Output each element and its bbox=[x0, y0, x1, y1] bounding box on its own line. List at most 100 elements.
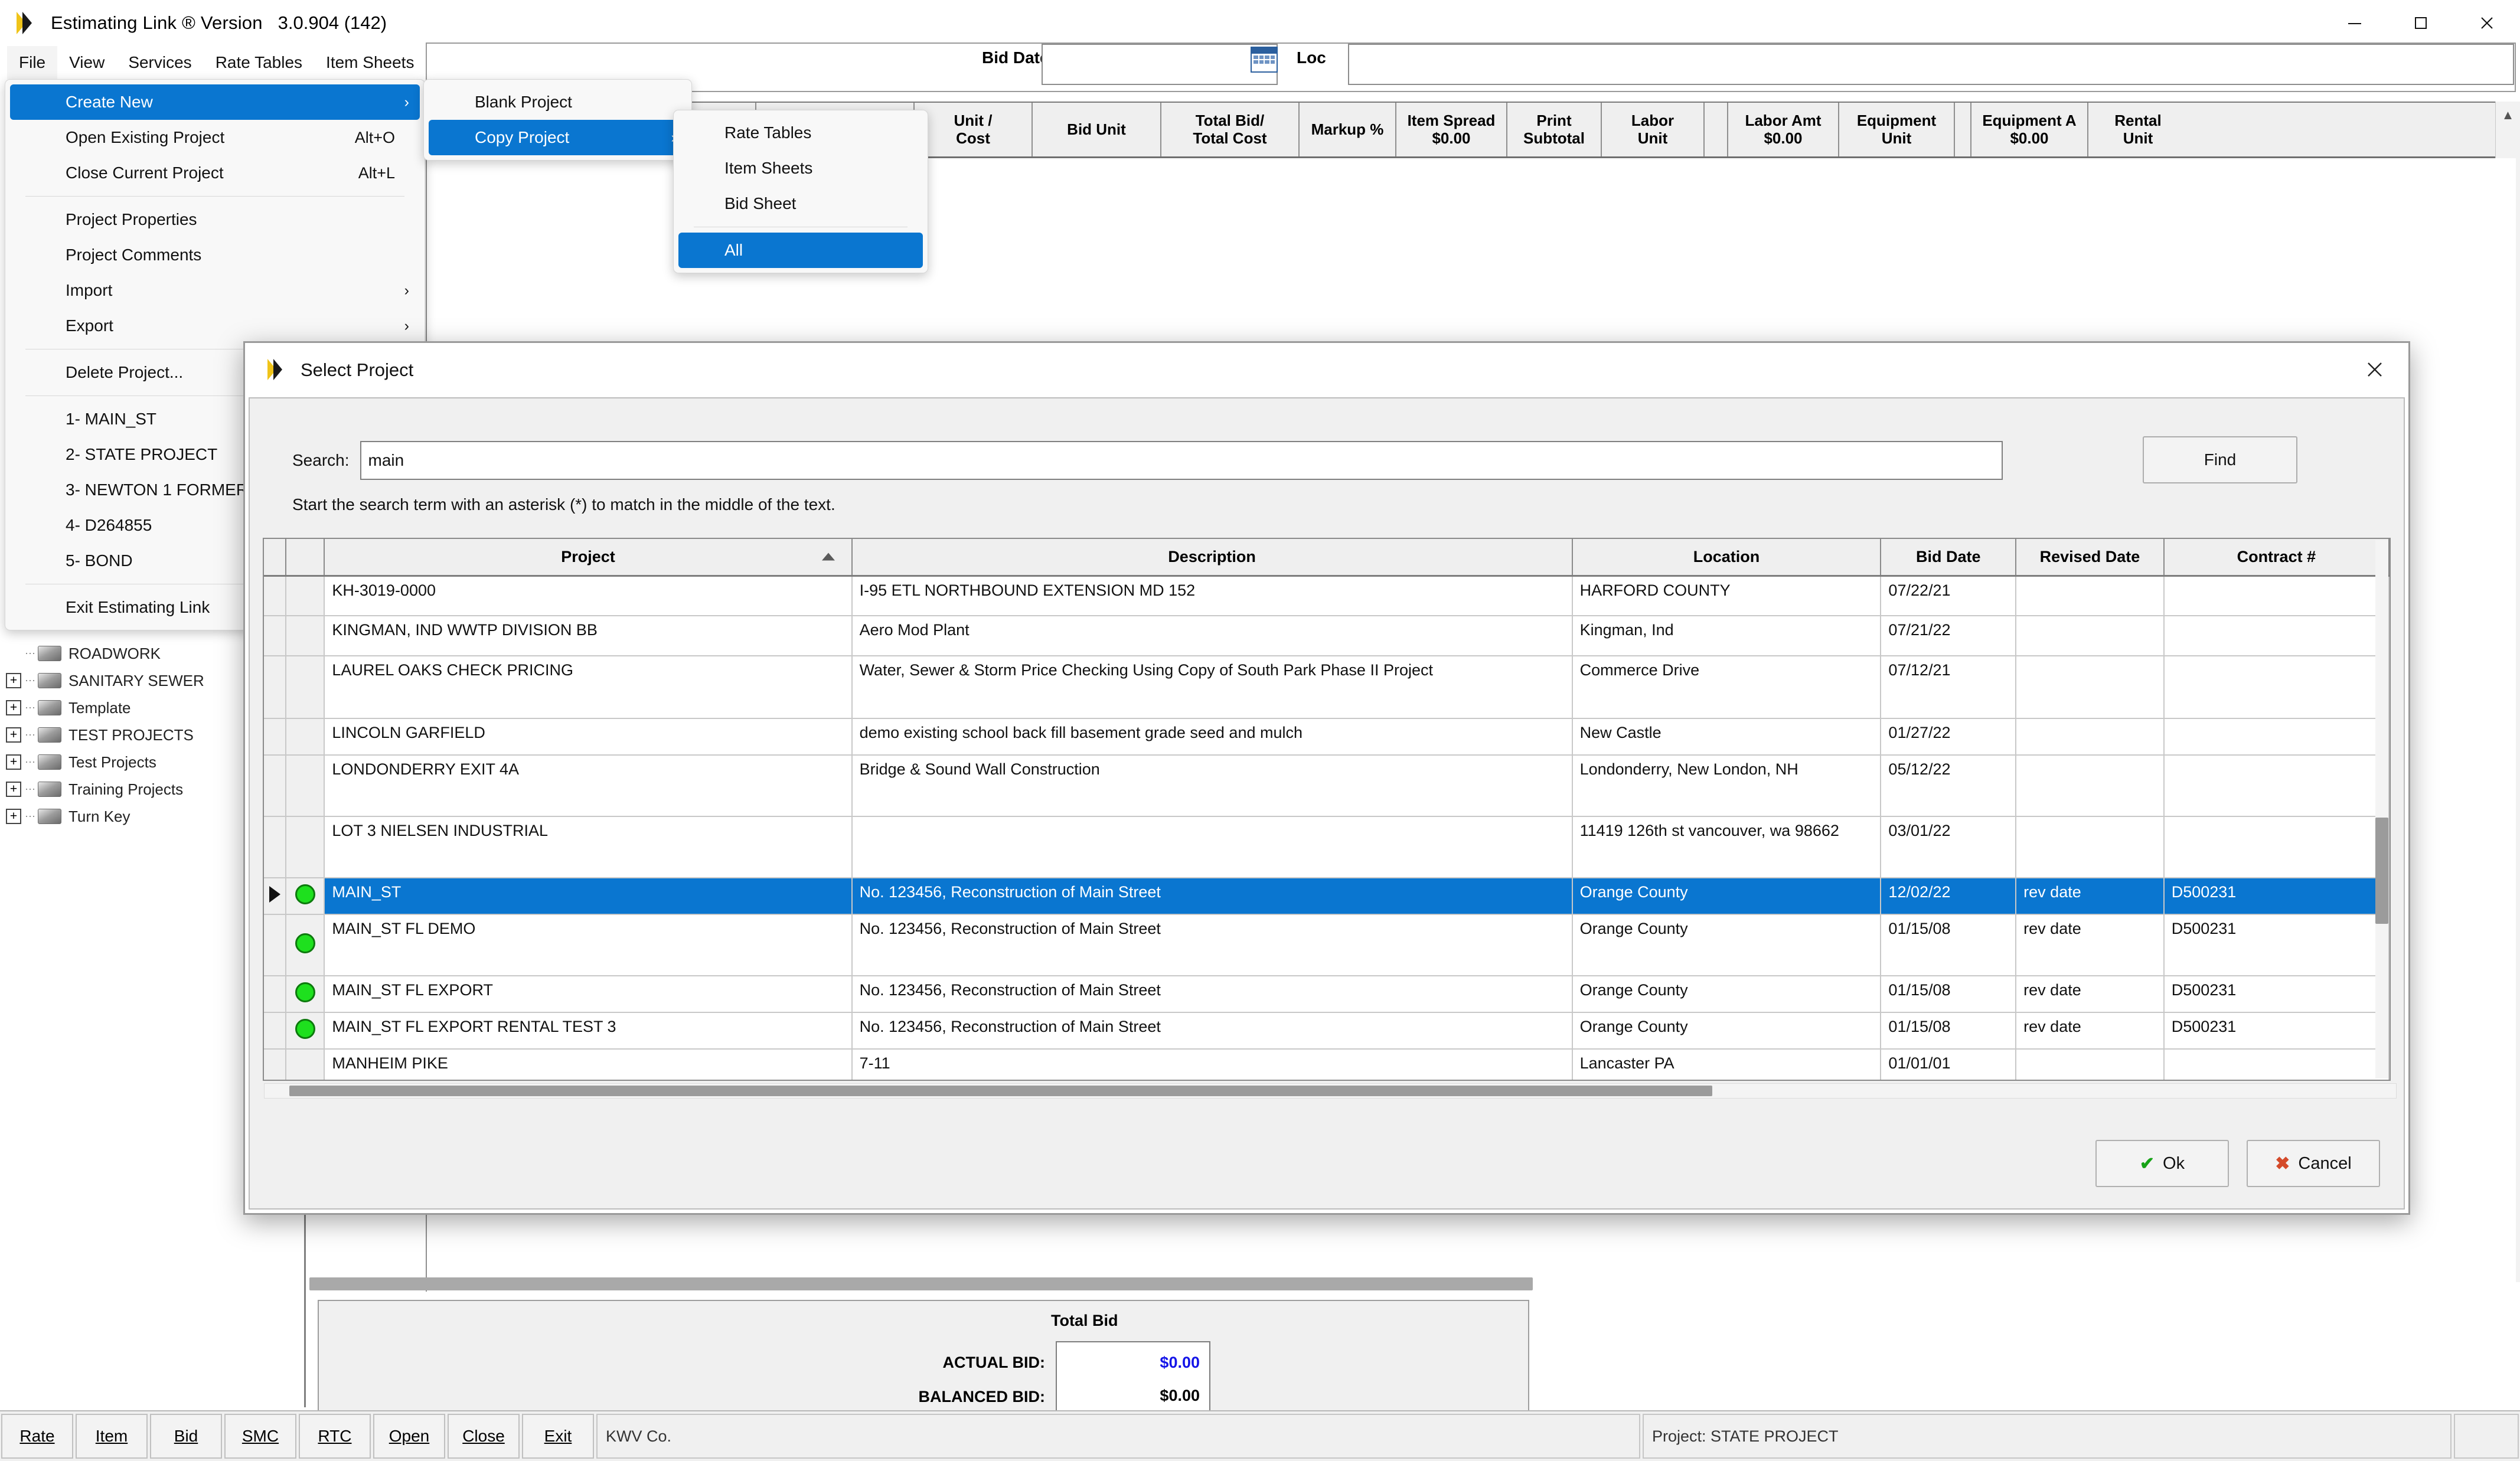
menu-copy-project[interactable]: Copy Project › bbox=[429, 120, 687, 155]
search-input[interactable]: main bbox=[360, 441, 2003, 480]
table-row[interactable]: LINCOLN GARFIELD demo existing school ba… bbox=[264, 718, 2390, 756]
tree-item-label: Test Projects bbox=[68, 753, 156, 771]
menu-copy-item-sheets[interactable]: Item Sheets bbox=[678, 151, 923, 186]
tree-item-label: Training Projects bbox=[68, 780, 184, 798]
cell-revised-date bbox=[2016, 1049, 2165, 1080]
scrollbar-thumb[interactable] bbox=[2375, 818, 2388, 924]
header-project-label: Project bbox=[561, 547, 615, 566]
status-button-exit[interactable]: Exit bbox=[522, 1414, 594, 1459]
expand-icon[interactable]: + bbox=[6, 673, 21, 688]
grid-col-rental-unit[interactable]: Rental Unit bbox=[2088, 103, 2188, 156]
minimize-icon[interactable] bbox=[2322, 0, 2388, 46]
header-contract[interactable]: Contract # bbox=[2163, 539, 2390, 577]
menu-create-new[interactable]: Create New › bbox=[10, 84, 420, 120]
menu-services[interactable]: Services bbox=[116, 46, 203, 79]
menu-import[interactable]: Import › bbox=[10, 273, 420, 308]
close-icon[interactable] bbox=[2454, 0, 2520, 46]
table-row[interactable]: MAIN_ST FL EXPORT No. 123456, Reconstruc… bbox=[264, 976, 2390, 1013]
find-button[interactable]: Find bbox=[2143, 436, 2297, 483]
calendar-icon[interactable] bbox=[1251, 47, 1278, 73]
menu-item-label: Import bbox=[66, 281, 113, 299]
grid-col-equipment-a[interactable]: Equipment A $0.00 bbox=[1971, 103, 2088, 156]
status-button-rate[interactable]: Rate bbox=[1, 1414, 73, 1459]
search-row: Search: main bbox=[292, 441, 2003, 480]
table-row[interactable]: LONDONDERRY EXIT 4A Bridge & Sound Wall … bbox=[264, 755, 2390, 817]
row-indicator bbox=[264, 576, 287, 616]
projects-table-wrapper[interactable]: Project Description Location Bid Date Re… bbox=[263, 538, 2391, 1081]
window-controls bbox=[2322, 0, 2520, 46]
expand-icon[interactable]: + bbox=[6, 700, 21, 715]
cancel-button[interactable]: ✖ Cancel bbox=[2247, 1140, 2380, 1187]
cell-location: New Castle bbox=[1572, 718, 1882, 756]
table-header-row: Project Description Location Bid Date Re… bbox=[264, 539, 2390, 577]
menu-project-comments[interactable]: Project Comments bbox=[10, 237, 420, 273]
table-row-selected[interactable]: MAIN_ST No. 123456, Reconstruction of Ma… bbox=[264, 878, 2390, 915]
table-row[interactable]: MANHEIM PIKE 7-11 Lancaster PA 01/01/01 bbox=[264, 1049, 2390, 1080]
table-row[interactable]: MAIN_ST FL DEMO No. 123456, Reconstructi… bbox=[264, 914, 2390, 976]
menu-copy-all[interactable]: All bbox=[678, 233, 923, 268]
loc-input[interactable] bbox=[1348, 44, 2514, 85]
header-location[interactable]: Location bbox=[1572, 539, 1882, 577]
scrollbar-thumb[interactable] bbox=[289, 1086, 1712, 1096]
menu-close-current-project[interactable]: Close Current Project Alt+L bbox=[10, 155, 420, 191]
status-button-item[interactable]: Item bbox=[76, 1414, 148, 1459]
menu-copy-bid-sheet[interactable]: Bid Sheet bbox=[678, 186, 923, 221]
grid-col-markup[interactable]: Markup % bbox=[1300, 103, 1396, 156]
menu-view[interactable]: View bbox=[57, 46, 116, 79]
table-row[interactable]: MAIN_ST FL EXPORT RENTAL TEST 3 No. 1234… bbox=[264, 1012, 2390, 1050]
status-button-bid[interactable]: Bid bbox=[150, 1414, 222, 1459]
grid-col-bid-unit[interactable]: Bid Unit bbox=[1033, 103, 1161, 156]
cell-project: MAIN_ST bbox=[324, 878, 853, 915]
menu-copy-rate-tables[interactable]: Rate Tables bbox=[678, 115, 923, 151]
row-status bbox=[286, 576, 325, 616]
maximize-icon[interactable] bbox=[2388, 0, 2454, 46]
row-status bbox=[286, 616, 325, 656]
cell-project: MAIN_ST FL DEMO bbox=[324, 914, 853, 976]
grid-col-print-subtotal[interactable]: Print Subtotal bbox=[1507, 103, 1602, 156]
dialog-close-icon[interactable] bbox=[2356, 351, 2393, 388]
grid-col-blank-2[interactable] bbox=[1705, 103, 1728, 156]
menu-item-label: All bbox=[724, 241, 743, 259]
menu-blank-project[interactable]: Blank Project bbox=[429, 84, 687, 120]
table-row[interactable]: KINGMAN, IND WWTP DIVISION BB Aero Mod P… bbox=[264, 616, 2390, 656]
menu-project-properties[interactable]: Project Properties bbox=[10, 202, 420, 237]
cell-project: MANHEIM PIKE bbox=[324, 1049, 853, 1080]
dialog-vertical-scrollbar[interactable] bbox=[2375, 540, 2388, 1078]
expand-icon[interactable]: + bbox=[6, 727, 21, 743]
expand-icon[interactable]: + bbox=[6, 754, 21, 770]
dialog-horizontal-scrollbar[interactable] bbox=[264, 1083, 2397, 1099]
table-row[interactable]: KH-3019-0000 I-95 ETL NORTHBOUND EXTENSI… bbox=[264, 576, 2390, 616]
expand-icon[interactable]: + bbox=[6, 809, 21, 824]
header-project[interactable]: Project bbox=[324, 539, 853, 577]
status-button-rtc[interactable]: RTC bbox=[299, 1414, 371, 1459]
cell-revised-date bbox=[2016, 816, 2165, 878]
cell-project: KINGMAN, IND WWTP DIVISION BB bbox=[324, 616, 853, 656]
table-row[interactable]: LOT 3 NIELSEN INDUSTRIAL 11419 126th st … bbox=[264, 816, 2390, 878]
grid-col-labor-unit[interactable]: Labor Unit bbox=[1602, 103, 1705, 156]
grid-col-blank-3[interactable] bbox=[1955, 103, 1971, 156]
grid-col-item-spread[interactable]: Item Spread $0.00 bbox=[1396, 103, 1507, 156]
header-revised-date[interactable]: Revised Date bbox=[2016, 539, 2165, 577]
menu-file[interactable]: File bbox=[7, 46, 58, 79]
status-button-open[interactable]: Open bbox=[373, 1414, 445, 1459]
ok-button[interactable]: ✔ Ok bbox=[2095, 1140, 2229, 1187]
header-bid-date[interactable]: Bid Date bbox=[1881, 539, 2017, 577]
header-description[interactable]: Description bbox=[851, 539, 1573, 577]
menu-rate-tables[interactable]: Rate Tables bbox=[204, 46, 314, 79]
sort-ascending-icon bbox=[821, 553, 835, 561]
grid-col-equipment-unit[interactable]: Equipment Unit bbox=[1839, 103, 1955, 156]
grid-col-unit-cost[interactable]: Unit / Cost bbox=[915, 103, 1033, 156]
table-row[interactable]: LAUREL OAKS CHECK PRICING Water, Sewer &… bbox=[264, 656, 2390, 719]
expand-icon[interactable]: + bbox=[6, 782, 21, 797]
grid-col-labor-amt[interactable]: Labor Amt $0.00 bbox=[1728, 103, 1839, 156]
menu-item-label: Bid Sheet bbox=[724, 194, 797, 213]
main-horizontal-scrollbar[interactable] bbox=[309, 1277, 1533, 1290]
grid-col-total-bid[interactable]: Total Bid/ Total Cost bbox=[1161, 103, 1300, 156]
scroll-up-icon[interactable]: ▲ bbox=[2496, 102, 2520, 123]
menu-open-existing-project[interactable]: Open Existing Project Alt+O bbox=[10, 120, 420, 155]
bid-date-input[interactable] bbox=[1042, 44, 1278, 85]
menu-item-sheets[interactable]: Item Sheets bbox=[314, 46, 426, 79]
status-button-smc[interactable]: SMC bbox=[224, 1414, 296, 1459]
menu-export[interactable]: Export › bbox=[10, 308, 420, 344]
status-button-close[interactable]: Close bbox=[448, 1414, 520, 1459]
